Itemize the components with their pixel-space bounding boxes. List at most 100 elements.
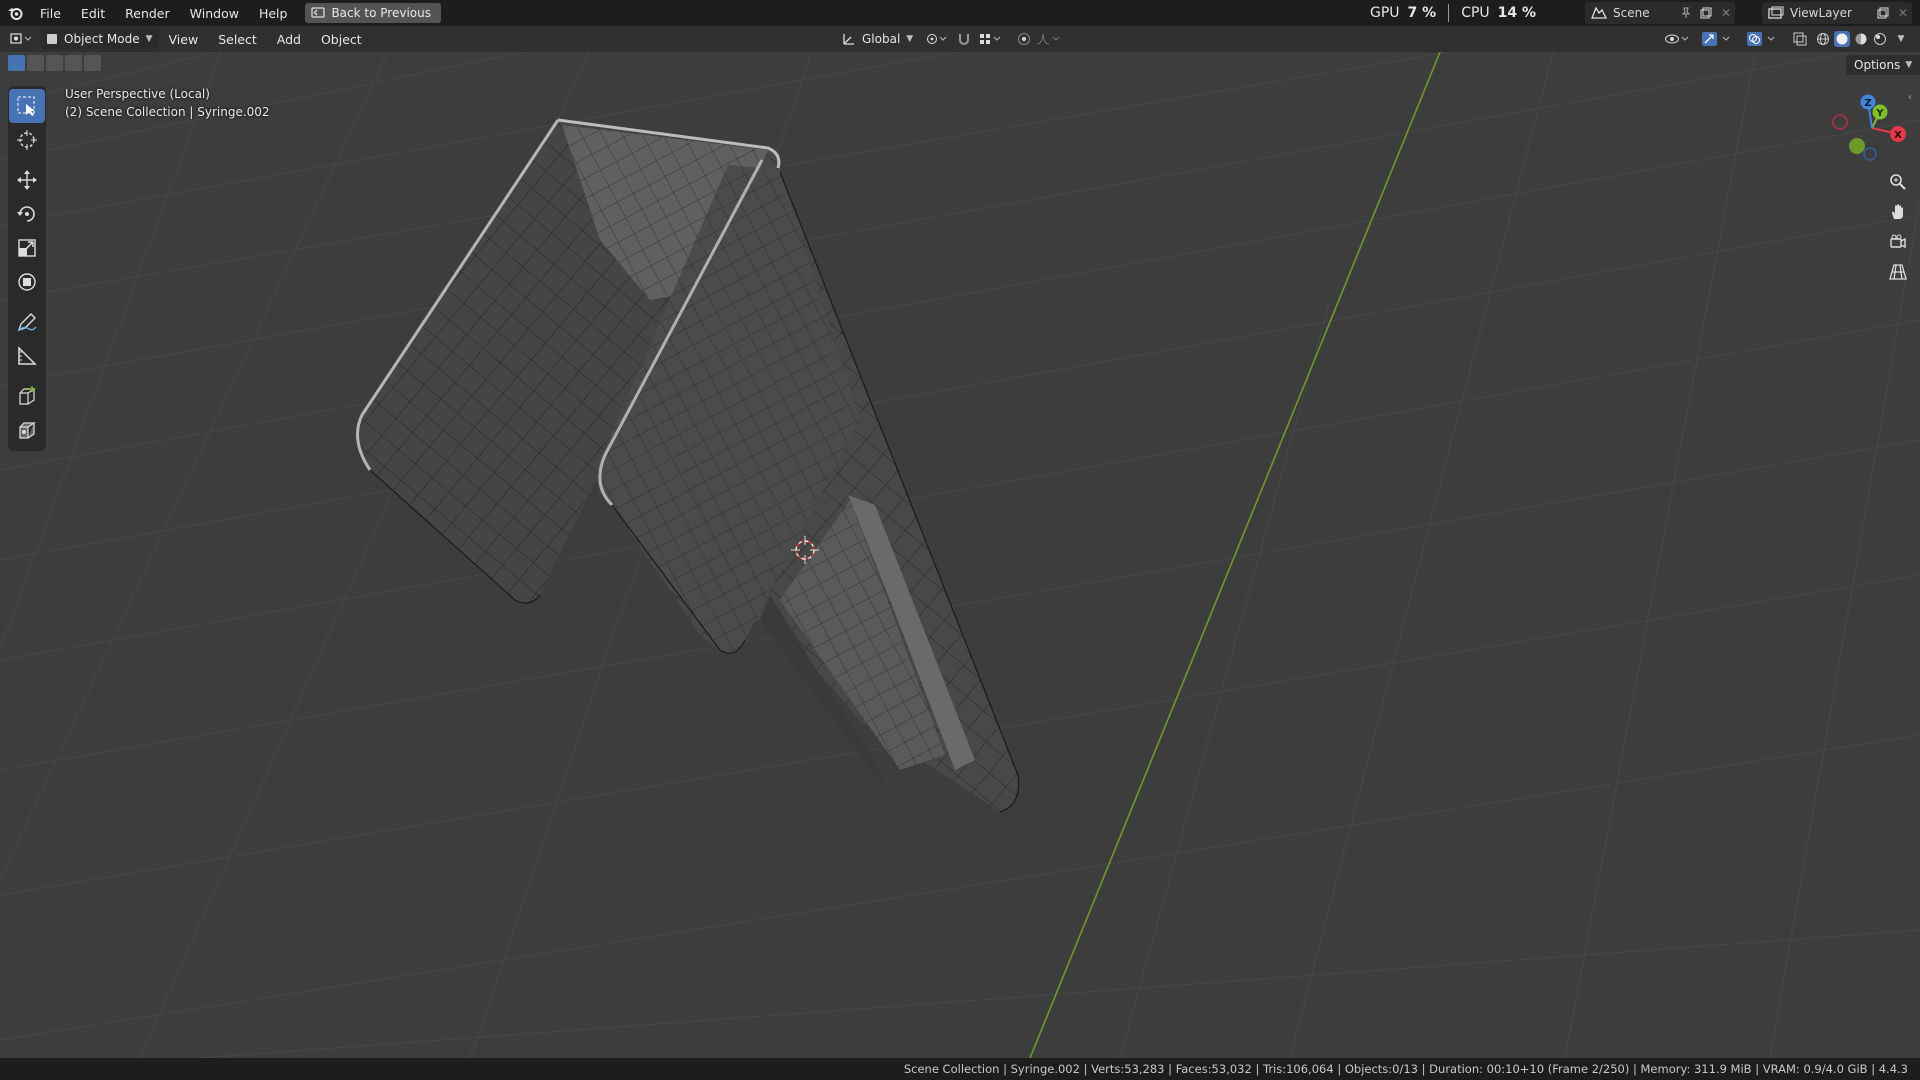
new-view-layer-icon[interactable] [1872, 7, 1894, 19]
stats-divider [1448, 4, 1450, 22]
menu-object[interactable]: Object [311, 32, 372, 47]
pin-icon[interactable] [1677, 7, 1695, 19]
scale-icon [16, 237, 38, 259]
camera-view-button[interactable] [1884, 228, 1912, 256]
rotate-tool[interactable] [9, 197, 45, 231]
add-cube-tool[interactable] [9, 379, 45, 413]
blender-logo-icon[interactable] [0, 0, 30, 26]
performance-stats: GPU 7 % CPU 14 % [1370, 0, 1536, 26]
view-layer-icon[interactable] [1762, 6, 1790, 20]
menu-edit[interactable]: Edit [71, 0, 115, 26]
scene-icon[interactable] [1585, 6, 1613, 20]
menu-window[interactable]: Window [180, 0, 249, 26]
options-dropdown[interactable]: Options ▼ [1846, 55, 1920, 75]
shading-material-icon[interactable] [1852, 32, 1870, 46]
shading-wireframe-icon[interactable] [1814, 32, 1832, 46]
menu-help[interactable]: Help [249, 0, 298, 26]
measure-tool[interactable] [9, 339, 45, 373]
proportional-editing-icon[interactable] [1014, 32, 1034, 46]
scene-selector[interactable]: Scene ✕ [1585, 2, 1735, 24]
status-bar-info: Scene Collection | Syringe.002 | Verts:5… [903, 1062, 1908, 1076]
orientation-icon [842, 32, 856, 46]
gpu-label: GPU [1370, 5, 1400, 21]
annotate-pencil-icon [16, 311, 38, 333]
menu-file[interactable]: File [30, 0, 71, 26]
chevron-down-icon: ▼ [906, 34, 914, 44]
xray-toggle-icon[interactable] [1790, 32, 1810, 46]
view-layer-selector[interactable]: ViewLayer ✕ [1762, 2, 1912, 24]
select-box-icon [16, 95, 38, 117]
select-new-icon[interactable] [8, 55, 25, 71]
zoom-magnifier-icon [1889, 173, 1907, 191]
add-cube-icon [16, 385, 38, 407]
back-to-previous-label: Back to Previous [331, 6, 431, 20]
tool-shelf [8, 86, 46, 451]
perspective-toggle-button[interactable] [1884, 258, 1912, 286]
select-extend-icon[interactable] [27, 55, 44, 71]
visibility-selectability-icon[interactable] [1662, 32, 1694, 46]
active-object-label: (2) Scene Collection | Syringe.002 [65, 105, 270, 119]
view-layer-name[interactable]: ViewLayer [1790, 6, 1872, 20]
select-intersect-icon[interactable] [84, 55, 101, 71]
transform-tool[interactable] [9, 265, 45, 299]
menu-select[interactable]: Select [208, 32, 267, 47]
screen-icon [311, 7, 326, 19]
navigation-gizmo[interactable]: X Y Z [1832, 90, 1912, 166]
options-label: Options [1854, 58, 1901, 72]
mode-label: Object Mode [64, 32, 140, 46]
y-axis-line [1029, 51, 1441, 1058]
orientation-label: Global [862, 32, 901, 46]
zoom-button[interactable] [1884, 168, 1912, 196]
cpu-label: CPU [1461, 5, 1490, 21]
scene-name[interactable]: Scene [1613, 6, 1677, 20]
chevron-down-icon: ▼ [1905, 60, 1913, 70]
menu-add[interactable]: Add [267, 32, 311, 47]
chevron-down-icon: ▼ [145, 34, 153, 44]
viewport-scene [0, 26, 1920, 1058]
cursor-tool[interactable] [9, 123, 45, 157]
snap-magnet-icon[interactable] [954, 32, 974, 46]
move-icon [16, 169, 38, 191]
rotate-icon [16, 203, 38, 225]
menu-render[interactable]: Render [115, 0, 180, 26]
delete-view-layer-icon[interactable]: ✕ [1894, 6, 1912, 20]
object-data-icon [16, 419, 38, 441]
gizmo-toggle-icon[interactable] [1700, 31, 1736, 47]
snap-increment-icon[interactable] [976, 32, 1006, 46]
gizmo-x-label: X [1894, 130, 1902, 141]
grid-perspective-icon [1889, 263, 1907, 281]
cursor-icon [16, 129, 38, 151]
falloff-curve-icon[interactable] [1034, 32, 1064, 46]
spin-tool[interactable] [9, 413, 45, 447]
shading-solid-icon[interactable] [1833, 31, 1851, 47]
object-mode-icon [46, 33, 58, 45]
gpu-value: 7 % [1407, 5, 1437, 21]
shading-rendered-icon[interactable] [1871, 32, 1889, 46]
delete-scene-icon[interactable]: ✕ [1717, 6, 1735, 20]
view-perspective-label: User Perspective (Local) [65, 87, 210, 101]
transform-orientation-dropdown[interactable]: Global ▼ [836, 29, 919, 49]
annotate-tool[interactable] [9, 305, 45, 339]
mode-dropdown[interactable]: Object Mode ▼ [40, 29, 159, 49]
selection-mode-buttons [8, 55, 101, 71]
measure-ruler-icon [16, 345, 38, 367]
back-to-previous-button[interactable]: Back to Previous [305, 3, 441, 23]
pivot-point-icon[interactable] [922, 32, 952, 46]
menu-view[interactable]: View [159, 32, 209, 47]
status-bar: Scene Collection | Syringe.002 | Verts:5… [0, 1058, 1920, 1080]
hand-pan-icon [1889, 203, 1907, 221]
scale-tool[interactable] [9, 231, 45, 265]
cpu-value: 14 % [1497, 5, 1537, 21]
overlays-toggle-icon[interactable] [1745, 31, 1781, 47]
floor-grid [0, 26, 1920, 1058]
gizmo-z-label: Z [1864, 98, 1871, 109]
editor-type-icon[interactable] [0, 32, 40, 46]
move-tool[interactable] [9, 163, 45, 197]
select-invert-icon[interactable] [65, 55, 82, 71]
select-box-tool[interactable] [9, 89, 45, 123]
select-subtract-icon[interactable] [46, 55, 63, 71]
pan-button[interactable] [1884, 198, 1912, 226]
new-scene-icon[interactable] [1695, 7, 1717, 19]
shading-options-chevron-icon[interactable]: ▼ [1892, 34, 1910, 44]
3d-viewport[interactable] [0, 26, 1920, 1058]
